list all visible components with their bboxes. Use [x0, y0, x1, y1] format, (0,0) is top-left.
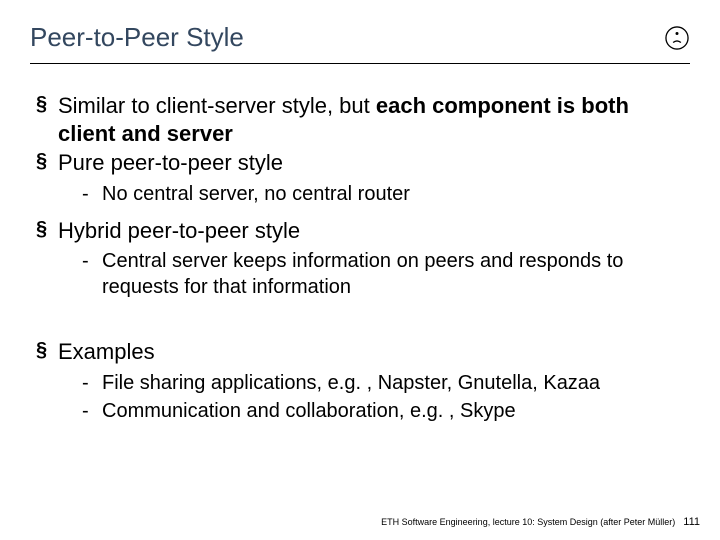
slide: Peer-to-Peer Style Similar to client-ser…	[0, 0, 720, 540]
bullet-item: Hybrid peer-to-peer style Central server…	[34, 217, 690, 301]
sub-list: File sharing applications, e.g. , Napste…	[58, 370, 690, 424]
spacer	[34, 310, 690, 338]
slide-content: Similar to client-server style, but each…	[30, 92, 690, 424]
bullet-list: Similar to client-server style, but each…	[34, 92, 690, 300]
bullet-item: Pure peer-to-peer style No central serve…	[34, 149, 690, 207]
bullet-text: Pure peer-to-peer style	[58, 150, 283, 175]
bullet-text: Examples	[58, 339, 155, 364]
footer-text: ETH Software Engineering, lecture 10: Sy…	[381, 517, 675, 527]
sub-item: Communication and collaboration, e.g. , …	[58, 398, 690, 424]
sub-item: No central server, no central router	[58, 181, 690, 207]
sub-item: Central server keeps information on peer…	[58, 248, 690, 300]
sub-list: Central server keeps information on peer…	[58, 248, 690, 300]
bullet-item: Similar to client-server style, but each…	[34, 92, 690, 147]
slide-header: Peer-to-Peer Style	[30, 22, 690, 64]
bullet-item: Examples File sharing applications, e.g.…	[34, 338, 690, 424]
bullet-text: Similar to client-server style, but	[58, 93, 376, 118]
bullet-text: Hybrid peer-to-peer style	[58, 218, 300, 243]
slide-footer: ETH Software Engineering, lecture 10: Sy…	[381, 516, 700, 528]
sub-item: File sharing applications, e.g. , Napste…	[58, 370, 690, 396]
sub-list: No central server, no central router	[58, 181, 690, 207]
slide-title: Peer-to-Peer Style	[30, 22, 244, 53]
logo-icon	[664, 25, 690, 51]
page-number: 111	[683, 516, 700, 528]
bullet-list: Examples File sharing applications, e.g.…	[34, 338, 690, 424]
